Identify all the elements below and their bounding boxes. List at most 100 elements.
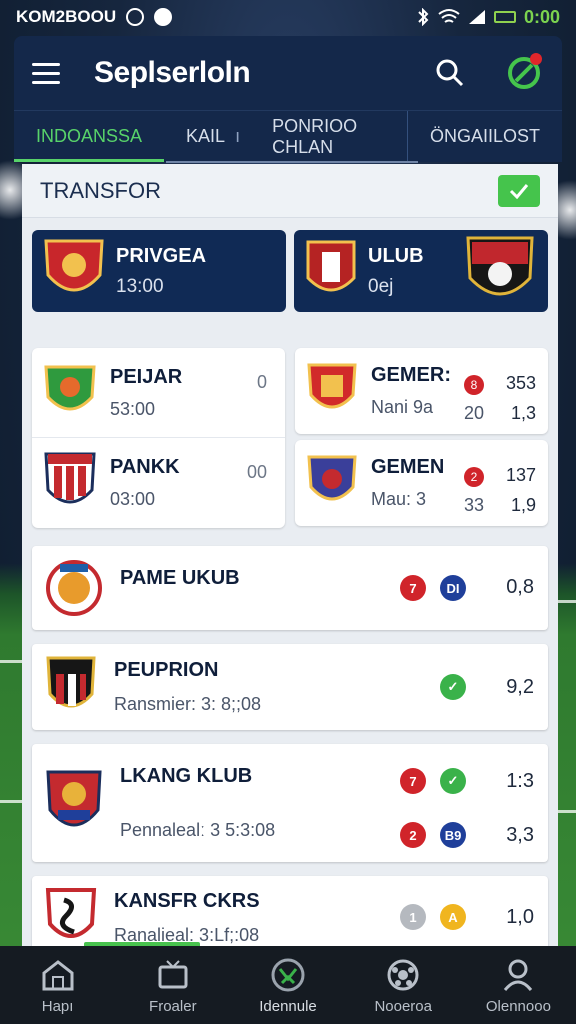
club-value: 00 (246, 462, 267, 482)
tab-indoanssa[interactable]: INDOANSSA (14, 111, 165, 162)
club-info: Ransmier: 3: 8;;08 (114, 694, 262, 714)
club-value: 3,3 (506, 824, 534, 846)
club-name: GEMER: (371, 364, 451, 386)
battery-icon (493, 11, 516, 23)
featured-club-name: ULUB (368, 244, 424, 267)
club-crest-icon (307, 363, 357, 409)
app-title: Seplserloln (94, 56, 251, 89)
club-name: PANKK (110, 456, 180, 478)
status-carrier-text: KOM2BOOU (16, 7, 117, 26)
featured-club-time: 13:00 (116, 275, 164, 297)
list-item[interactable]: PAME UKUB 7 DI 0,8 (32, 546, 548, 630)
leaf-icon: ✓ (440, 674, 466, 700)
club-name: GEMEN (371, 456, 445, 478)
list-item[interactable]: LKANG KLUB Pennalealː 3 5:3:08 7 ✓ 2 B9 … (32, 744, 548, 862)
featured-club-time: 0ej (368, 275, 394, 297)
nav-item-olennooo[interactable]: Olennooo (461, 946, 576, 1024)
list-item[interactable]: GEMER: Nani 9a 8 20 353 1,3 (295, 348, 548, 434)
list-item[interactable]: PEUPRION Ransmier: 3: 8;;08 ✓ 9,2 (32, 644, 548, 730)
bottom-nav: Hapı Froaler Idennule Nooeroa Olennooo (0, 946, 576, 1024)
featured-clubs: PRIVGEA 13:00 ULUB 0ej (32, 230, 548, 312)
football-icon (387, 959, 419, 990)
club-info: Mau: 3 (371, 489, 427, 509)
club-crest-icon (46, 560, 102, 616)
status-badge: A (440, 904, 466, 930)
home-icon (42, 959, 74, 990)
status-badge: 8 (464, 375, 484, 395)
featured-club-name: PRIVGEA (116, 244, 207, 267)
sync-icon (126, 8, 145, 26)
notification-dot-icon (154, 8, 173, 26)
featured-card[interactable]: ULUB 0ej (294, 230, 548, 312)
status-badge: 1 (400, 904, 426, 930)
club-name: LKANG KLUB (120, 765, 253, 787)
club-crest-icon (46, 770, 102, 827)
ball-icon (271, 958, 305, 991)
list-item[interactable]: GEMEN Mau: 3 2 33 137 1,9 (295, 440, 548, 526)
club-crest-icon (44, 239, 104, 292)
status-badge: B9 (440, 822, 466, 848)
club-stat-mid: 2 33 (464, 460, 484, 520)
profile-icon (504, 959, 533, 991)
club-crest-icon (44, 365, 96, 410)
club-time: 03:00 (110, 489, 156, 509)
club-name: PAME UKUB (120, 566, 240, 589)
club-value: 1,0 (506, 906, 534, 928)
tab-ponrioo-chlan[interactable]: PONRIOO CHLAN (272, 111, 407, 162)
club-info: Pennalealː 3 5:3:08 (120, 820, 276, 840)
section-title: TRANSFOR (40, 177, 161, 203)
list-item[interactable]: PANKK 03:00 00 (32, 438, 285, 528)
nav-item-home[interactable]: Hapı (0, 946, 115, 1024)
confirm-button[interactable] (498, 174, 540, 207)
club-name: PEIJAR (110, 365, 183, 388)
tab-kail[interactable]: KAIL ı (164, 111, 272, 162)
club-crest-icon (307, 455, 357, 501)
nav-item-idennule[interactable]: Idennule (230, 946, 345, 1024)
club-crest-icon (466, 236, 534, 296)
tab-bar: INDOANSSA KAIL ı PONRIOO CHLAN ÖNGAIILOST (14, 110, 562, 163)
club-crest-icon (46, 656, 96, 708)
club-grid: PEIJAR 53:00 0 PANKK 03:00 00 GEMER: Nan… (32, 348, 548, 528)
club-crest-icon (45, 888, 97, 938)
club-name: KANSFR CKRS (114, 890, 260, 912)
bluetooth-icon (418, 8, 429, 26)
featured-card[interactable]: PRIVGEA 13:00 (32, 230, 286, 312)
club-value: 0,8 (506, 576, 534, 598)
status-badge: DI (440, 575, 466, 601)
status-badge: 2 (400, 822, 426, 848)
club-value: 1:3 (506, 770, 534, 792)
list-item[interactable]: PEIJAR 53:00 0 (32, 348, 285, 438)
left-card: PEIJAR 53:00 0 PANKK 03:00 00 (32, 348, 285, 528)
club-crest-icon (44, 452, 96, 504)
menu-icon[interactable] (32, 62, 60, 84)
right-cards: GEMER: Nani 9a 8 20 353 1,3 GEMEN Mau: 3 (295, 348, 548, 528)
club-crest-icon (306, 240, 356, 292)
club-name: PEUPRION (114, 659, 219, 681)
club-stats: 353 1,3 (505, 373, 536, 423)
tab-divider (166, 161, 418, 163)
wifi-icon (438, 9, 460, 23)
tab-ongaiilost[interactable]: ÖNGAIILOST (406, 111, 562, 162)
club-stat-mid: 8 20 (464, 368, 484, 428)
club-list: PAME UKUB 7 DI 0,8 PEUPRION Ransmier: 3:… (32, 546, 548, 974)
club-stats: 137 1,9 (505, 465, 536, 515)
status-badge: 7 (400, 575, 426, 601)
status-badge: 7 (400, 768, 426, 794)
status-bar: KOM2BOOU 0:00 (0, 0, 576, 34)
club-value: 9,2 (506, 676, 534, 698)
nav-item-nooeroa[interactable]: Nooeroa (346, 946, 461, 1024)
status-time: 0:00 (523, 6, 560, 27)
club-info: Nani 9a (371, 397, 434, 417)
section-header: TRANSFOR (22, 164, 558, 218)
search-icon (436, 59, 464, 87)
app-bar: Seplserloln (14, 36, 562, 110)
nav-item-froaler[interactable]: Froaler (115, 946, 230, 1024)
signal-icon (468, 10, 485, 24)
search-button[interactable] (430, 53, 470, 93)
club-time: 53:00 (110, 398, 156, 419)
whistle-button[interactable] (504, 53, 544, 93)
content-panel: TRANSFOR PRIVGEA 13:00 ULUB 0ej PEIJAR 5… (22, 164, 558, 960)
leaf-icon: ✓ (440, 768, 466, 794)
club-value: 0 (256, 372, 267, 392)
status-badge: 2 (464, 467, 484, 487)
